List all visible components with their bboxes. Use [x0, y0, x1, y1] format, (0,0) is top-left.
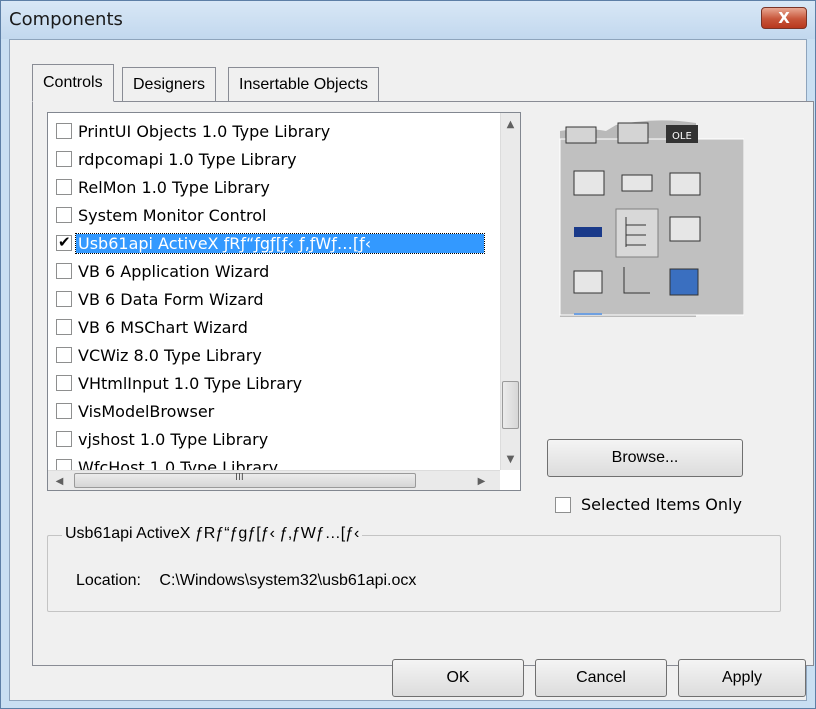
ok-button[interactable]: OK [392, 659, 524, 697]
tab-designers[interactable]: Designers [122, 67, 217, 101]
tab-insertable-objects[interactable]: Insertable Objects [228, 67, 379, 101]
list-item-label: VisModelBrowser [78, 401, 215, 421]
list-item-checkbox[interactable] [56, 179, 72, 195]
tab-controls[interactable]: Controls [32, 64, 114, 102]
selected-items-only-checkbox[interactable] [555, 496, 571, 513]
list-item-label: VB 6 Application Wizard [78, 261, 270, 281]
list-item[interactable]: System Monitor Control [56, 202, 488, 228]
list-item[interactable]: vjshost 1.0 Type Library [56, 426, 488, 452]
list-item-checkbox[interactable] [56, 151, 72, 167]
list-item[interactable]: VCWiz 8.0 Type Library [56, 342, 488, 368]
list-item[interactable]: VHtmlInput 1.0 Type Library [56, 370, 488, 396]
window-title: Components [9, 9, 123, 30]
components-dialog: Components X Controls Designers Insertab… [0, 0, 816, 709]
details-group: Usb61api ActiveX ƒRƒ“ƒgƒ[ƒ‹ ƒ‚ƒWƒ…[ƒ‹ Lo… [47, 525, 781, 612]
list-item[interactable]: VisModelBrowser [56, 398, 488, 424]
list-item-checkbox[interactable] [56, 403, 72, 419]
location-value: C:\Windows\system32\usb61api.ocx [159, 572, 417, 589]
cancel-button[interactable]: Cancel [535, 659, 667, 697]
list-item-selected[interactable]: Usb61api ActiveX ƒRƒ“ƒgƒ[ƒ‹ ƒ‚ƒWƒ…[ƒ‹ [56, 230, 488, 256]
location-label: Location: [76, 572, 141, 589]
apply-button[interactable]: Apply [678, 659, 806, 697]
list-item-label: System Monitor Control [78, 205, 267, 225]
components-list[interactable]: PrintUI Objects 1.0 Type Library rdpcoma… [47, 112, 521, 491]
list-item-checkbox[interactable] [56, 319, 72, 335]
list-item-checkbox[interactable] [56, 347, 72, 363]
list-item[interactable]: rdpcomapi 1.0 Type Library [56, 146, 488, 172]
list-item-checkbox[interactable] [56, 207, 72, 223]
list-item-label: RelMon 1.0 Type Library [78, 177, 270, 197]
close-button[interactable]: X [761, 7, 807, 29]
scroll-grip: III [235, 472, 244, 483]
ok-button-label: OK [446, 669, 470, 686]
list-item[interactable]: VB 6 MSChart Wizard [56, 314, 488, 340]
browse-button-label: Browse... [611, 449, 679, 466]
list-item-label: vjshost 1.0 Type Library [78, 429, 269, 449]
list-item-label: PrintUI Objects 1.0 Type Library [78, 121, 331, 141]
list-item-checkbox[interactable] [56, 291, 72, 307]
apply-button-label: Apply [721, 669, 763, 686]
cancel-button-label: Cancel [576, 669, 626, 686]
list-item[interactable]: PrintUI Objects 1.0 Type Library [56, 118, 488, 144]
scroll-up-icon[interactable]: ▲ [501, 115, 520, 133]
location-row: Location: C:\Windows\system32\usb61api.o… [76, 572, 416, 590]
list-item[interactable]: VB 6 Application Wizard [56, 258, 488, 284]
toolbox-preview: OLE [546, 117, 745, 327]
list-item-label: VCWiz 8.0 Type Library [78, 345, 262, 365]
list-item[interactable]: VB 6 Data Form Wizard [56, 286, 488, 312]
list-item-label: rdpcomapi 1.0 Type Library [78, 149, 297, 169]
horizontal-scroll-thumb[interactable]: III [74, 472, 416, 488]
vertical-scroll-thumb[interactable] [502, 381, 519, 429]
list-item-label: VB 6 Data Form Wizard [78, 289, 264, 309]
scroll-left-icon[interactable]: ◀ [50, 472, 69, 490]
list-item-checkbox[interactable] [56, 431, 72, 447]
title-bar[interactable]: Components X [1, 1, 815, 39]
vertical-scrollbar[interactable]: ▲ ▼ [500, 113, 520, 470]
details-group-title: Usb61api ActiveX ƒRƒ“ƒgƒ[ƒ‹ ƒ‚ƒWƒ…[ƒ‹ [62, 525, 363, 543]
list-item[interactable]: RelMon 1.0 Type Library [56, 174, 488, 200]
list-item-label: Usb61api ActiveX ƒRƒ“ƒgƒ[ƒ‹ ƒ‚ƒWƒ…[ƒ‹ [75, 232, 485, 254]
scroll-right-icon[interactable]: ▶ [472, 472, 491, 490]
svg-text:OLE: OLE [672, 131, 692, 142]
list-item-checkbox-checked[interactable] [56, 233, 72, 251]
scroll-down-icon[interactable]: ▼ [501, 450, 520, 468]
selected-items-only-label: Selected Items Only [581, 495, 742, 514]
list-item-checkbox[interactable] [56, 263, 72, 279]
list-item-label: VHtmlInput 1.0 Type Library [78, 373, 303, 393]
toolbox-preview-icon: OLE [559, 120, 745, 327]
list-item-label: VB 6 MSChart Wizard [78, 317, 248, 337]
list-item-checkbox[interactable] [56, 123, 72, 139]
browse-button[interactable]: Browse... [547, 439, 743, 477]
list-item-checkbox[interactable] [56, 375, 72, 391]
horizontal-scrollbar[interactable]: ◀ III ▶ [48, 470, 500, 490]
selected-items-only-option[interactable]: Selected Items Only [555, 495, 742, 514]
